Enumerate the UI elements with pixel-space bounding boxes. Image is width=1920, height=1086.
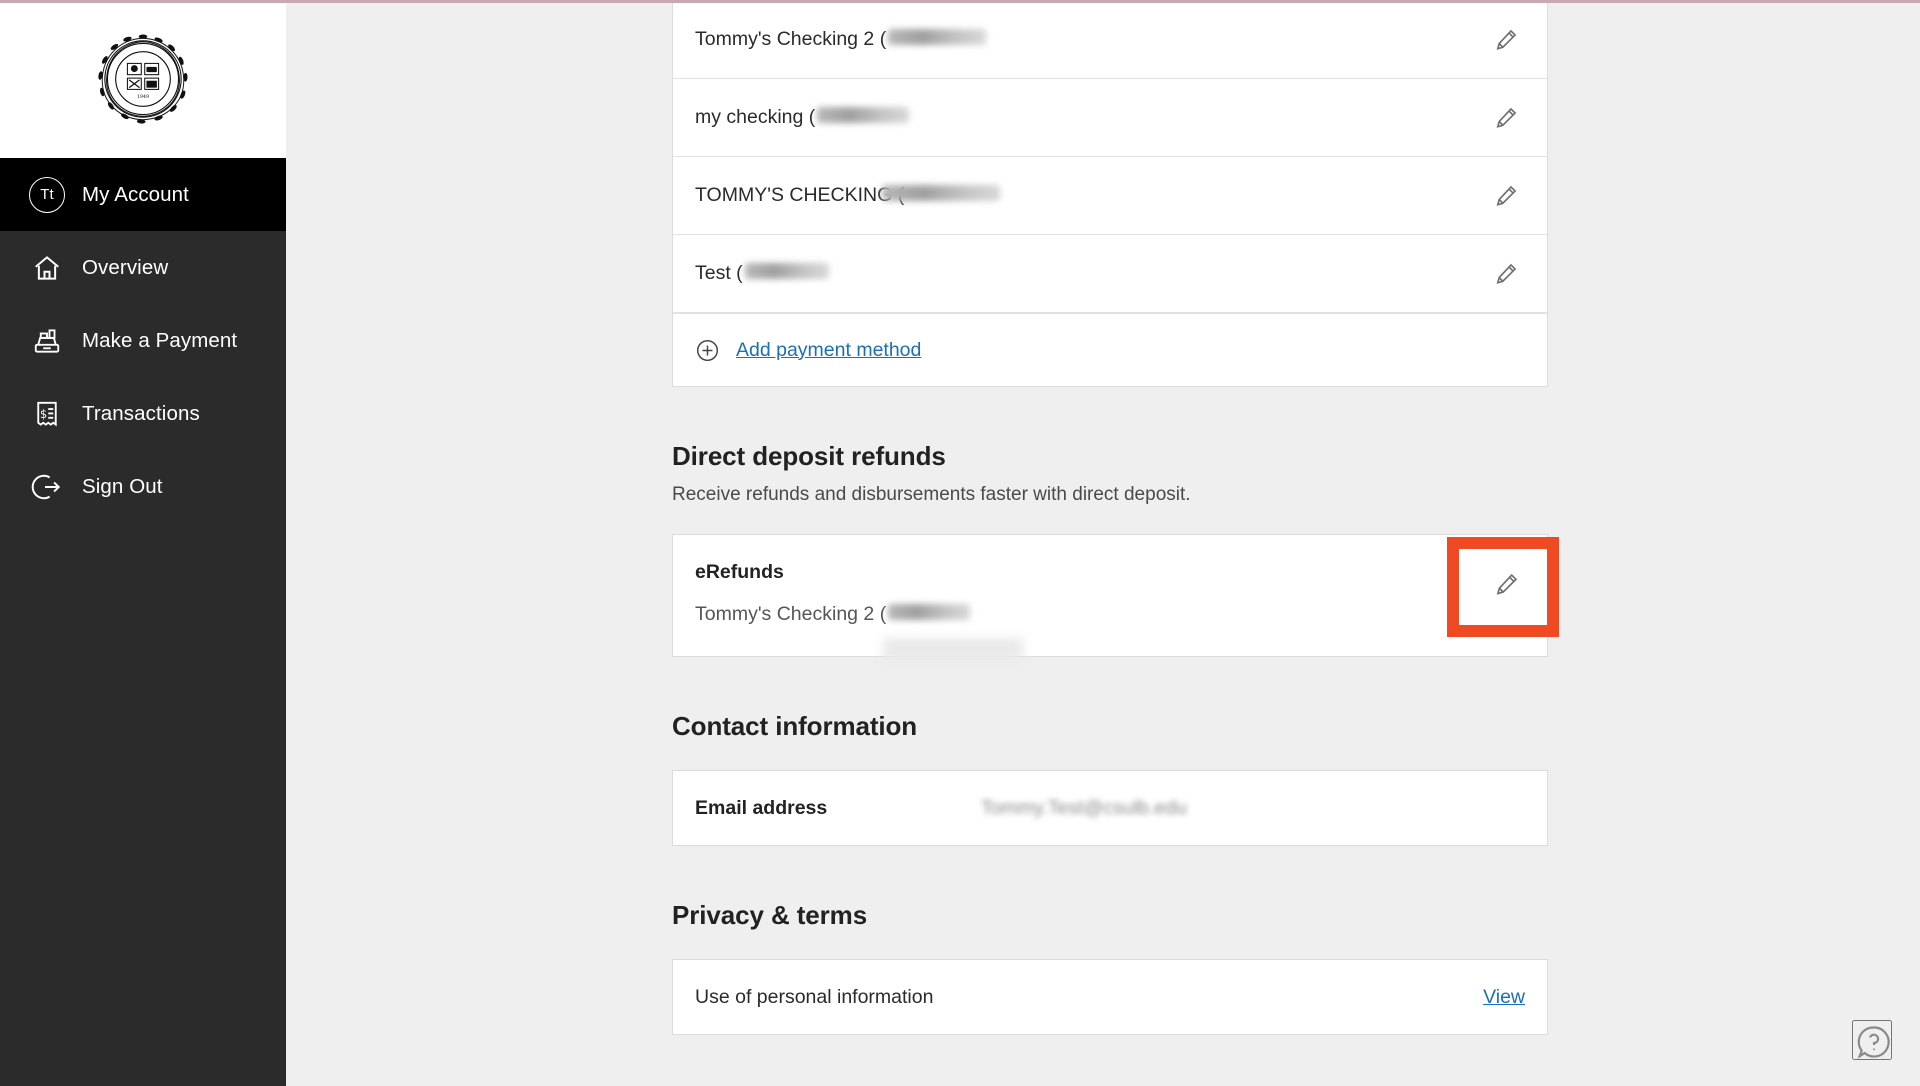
masked-account-number: ••••••6789) [888,29,987,45]
direct-deposit-subtitle: Receive refunds and disbursements faster… [672,484,1191,505]
contact-information-heading: Contact information [672,711,918,741]
payment-method-label: Test (••••••3304) [695,262,829,285]
payment-method-label: TOMMY'S CHECKING (••••••6789) [695,184,1001,207]
masked-account-number: ••••••3304) [744,263,829,279]
help-question-icon [1857,1026,1890,1060]
csulb-seal-logo: 1949 [98,34,188,124]
sidebar: 1949 Tt My Account Overview Make a Payme… [0,0,286,1086]
privacy-terms-card: Use of personal information View [672,959,1548,1035]
erefunds-account: Tommy's Checking 2 (•••••6789) [695,603,1525,626]
masked-account-number: ••••••6235) [817,107,910,123]
edit-erefunds-button[interactable] [1487,565,1525,603]
sidebar-item-label-my-account: My Account [82,182,189,206]
plus-circle-icon [695,338,720,363]
sidebar-item-label-sign-out: Sign Out [82,474,163,498]
privacy-terms-row-label: Use of personal information [695,985,934,1008]
pencil-icon [1496,107,1517,128]
erefunds-title: eRefunds [695,561,784,583]
erefunds-blurred-region [883,638,1023,660]
email-address-value: Tommy.Test@csulb.edu [981,796,1187,819]
content-column: Tommy's Checking 2 (••••••6789) my check… [672,0,1559,1035]
sidebar-item-label-transactions: Transactions [82,401,200,425]
direct-deposit-heading: Direct deposit refunds [672,441,946,471]
sidebar-item-overview[interactable]: Overview [0,231,286,304]
payment-method-row[interactable]: Tommy's Checking 2 (••••••6789) [673,1,1547,79]
pencil-icon [1496,263,1517,284]
cash-register-icon [24,326,70,356]
sidebar-item-make-a-payment[interactable]: Make a Payment [0,304,286,377]
privacy-terms-heading: Privacy & terms [672,900,868,930]
sidebar-item-my-account[interactable]: Tt My Account [0,158,286,231]
payment-methods-card: Tommy's Checking 2 (••••••6789) my check… [672,0,1548,387]
payment-method-row[interactable]: Test (••••••3304) [673,235,1547,313]
email-address-card: Email address Tommy.Test@csulb.edu [672,770,1548,846]
view-privacy-link[interactable]: View [1483,986,1525,1009]
svg-text:1949: 1949 [137,94,149,100]
edit-payment-method-button[interactable] [1487,21,1525,59]
add-payment-method-row[interactable]: Add payment method [673,313,1547,386]
sidebar-item-transactions[interactable]: $ Transactions [0,377,286,450]
pencil-icon [1496,29,1517,50]
top-accent-rule [0,0,1920,3]
erefunds-card: eRefunds Tommy's Checking 2 (•••••6789) [672,534,1559,660]
payment-method-label: Tommy's Checking 2 (••••••6789) [695,28,987,51]
sign-out-icon [24,471,70,503]
receipt-icon: $ [24,399,70,429]
sidebar-item-sign-out[interactable]: Sign Out [0,450,286,523]
home-icon [24,253,70,283]
edit-payment-method-button[interactable] [1487,99,1525,137]
main-content: Tommy's Checking 2 (••••••6789) my check… [286,0,1920,1086]
edit-payment-method-button[interactable] [1487,177,1525,215]
svg-text:$: $ [40,407,47,420]
add-payment-method-link[interactable]: Add payment method [736,339,921,362]
logo-panel: 1949 [0,0,286,158]
payment-method-row[interactable]: my checking (••••••6235) [673,79,1547,157]
sidebar-item-label-make-a-payment: Make a Payment [82,328,238,352]
avatar-icon: Tt [24,176,70,213]
help-button[interactable] [1852,1020,1892,1060]
masked-account-number: ••••••6789) [882,185,1001,201]
avatar-initials: Tt [29,176,65,213]
pencil-icon [1496,573,1517,595]
payment-method-label: my checking (••••••6235) [695,106,910,129]
email-address-label: Email address [695,796,828,819]
sidebar-item-label-overview: Overview [82,255,169,279]
payment-method-row[interactable]: TOMMY'S CHECKING (••••••6789) [673,157,1547,235]
masked-account-number: •••••6789) [888,604,971,620]
app-root: 1949 Tt My Account Overview Make a Payme… [0,0,1920,1086]
pencil-icon [1496,185,1517,206]
edit-payment-method-button[interactable] [1487,255,1525,293]
